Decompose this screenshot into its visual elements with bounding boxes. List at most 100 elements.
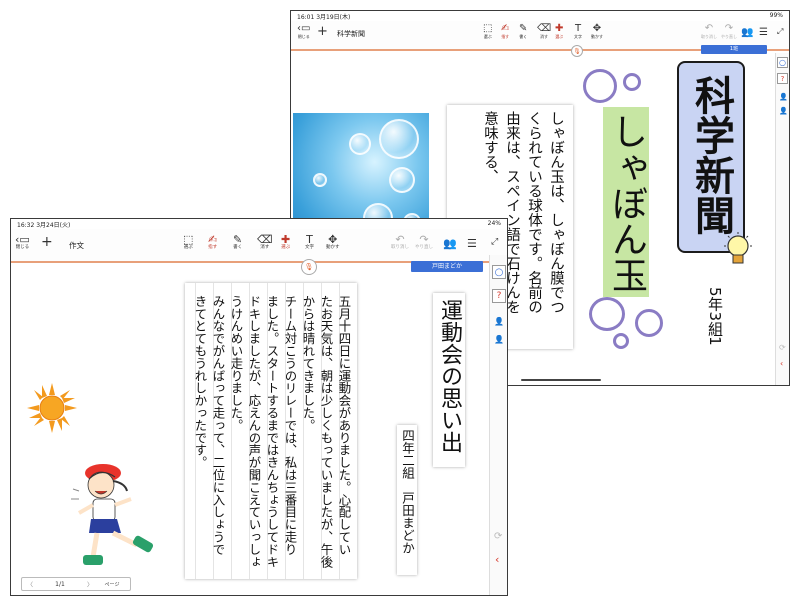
redo-icon: ↷: [419, 233, 429, 246]
status-bar: 16:32 3月24日(火) 24%: [11, 219, 507, 229]
tool-move[interactable]: ✥ 動かす: [591, 24, 603, 39]
tool-point[interactable]: ✍ 指す: [208, 234, 217, 251]
pick-icon: ✚: [555, 23, 564, 34]
move-icon: ✥: [328, 233, 338, 246]
status-bar: 16:01 3月19日(木) 99%: [291, 11, 789, 21]
menu-button[interactable]: ☰: [759, 28, 768, 38]
page-navigator: 〈 1/1 〉 ページ: [21, 577, 131, 591]
close-button[interactable]: ‹▭ 閉じる: [15, 234, 30, 251]
bubble-decoration: [623, 73, 641, 91]
byline-box[interactable]: 5年3組1: [703, 285, 727, 385]
expand-button[interactable]: ⤢: [777, 28, 783, 36]
lightbulb-icon: [721, 231, 755, 271]
select-icon: ⬚: [183, 233, 194, 246]
tool-move[interactable]: ✥ 動かす: [326, 234, 340, 251]
people-icon: 👥: [443, 237, 457, 250]
redo-icon: ↷: [724, 23, 734, 34]
essay-body: 五月十四日に運動会がありました。心配してい たお天気は、朝は少しくもっていました…: [193, 295, 352, 568]
add-button[interactable]: +: [317, 25, 328, 38]
pick-icon: ✚: [281, 233, 291, 246]
finger-icon: ✍: [501, 23, 510, 34]
tool-pen[interactable]: ✎ 書く: [233, 234, 242, 251]
circle-tool-button[interactable]: ○: [777, 57, 788, 68]
person-icon[interactable]: 👤: [779, 93, 788, 101]
pen-icon: ✎: [519, 23, 528, 34]
essay-manuscript-paper[interactable]: 五月十四日に運動会がありました。心配してい たお天気は、朝は少しくもっていました…: [185, 283, 357, 579]
document-title: 科学新聞: [337, 30, 365, 38]
tool-eraser[interactable]: ⌫ 消す: [257, 234, 273, 251]
tool-eraser[interactable]: ⌫ 消す: [537, 24, 551, 39]
person-outline-icon[interactable]: 👤: [494, 335, 504, 344]
undo-button[interactable]: ↶ 取り消し: [701, 24, 717, 39]
tool-pick[interactable]: ✚ 選ぶ: [281, 234, 290, 251]
redo-button[interactable]: ↷ やり直し: [721, 24, 737, 39]
tool-select[interactable]: ⬚ 選ぶ: [183, 234, 193, 251]
status-time: 16:32 3月24日(火): [17, 222, 71, 229]
menu-icon: ☰: [759, 27, 768, 38]
article-title[interactable]: しゃぼん玉: [603, 107, 649, 297]
tool-text[interactable]: T 文字: [574, 24, 582, 39]
text-icon: T: [306, 233, 313, 246]
toolbar: ‹▭ 閉じる + 作文 ⬚ 選ぶ ✍ 指す ✎ 書く ⌫ 消す ✚ 選ぶ T 文…: [11, 229, 507, 263]
undo-icon: ↶: [704, 23, 714, 34]
bubble-decoration: [613, 333, 629, 349]
sync-icon[interactable]: ⟳: [494, 531, 502, 542]
sun-icon: [27, 383, 77, 433]
members-button[interactable]: 👥: [741, 28, 753, 38]
essay-title-box[interactable]: 運動会の思い出: [433, 293, 465, 467]
status-time: 16:01 3月19日(木): [297, 14, 351, 21]
essay-window: 16:32 3月24日(火) 24% ‹▭ 閉じる + 作文 ⬚ 選ぶ ✍ 指す…: [10, 218, 508, 596]
text-icon: T: [574, 23, 582, 34]
members-button[interactable]: 👥: [443, 238, 457, 249]
eraser-icon: ⌫: [537, 23, 552, 34]
pen-icon: ✎: [233, 233, 243, 246]
eraser-icon: ⌫: [257, 233, 273, 246]
add-button[interactable]: +: [41, 235, 53, 249]
help-button[interactable]: ?: [777, 73, 788, 84]
people-icon: 👥: [741, 27, 754, 38]
battery-level: 99%: [769, 12, 783, 19]
tool-pick[interactable]: ✚ 選ぶ: [555, 24, 563, 39]
bubble-decoration: [583, 69, 617, 103]
folder-back-icon: ‹▭: [297, 23, 311, 34]
person-outline-icon[interactable]: 👤: [779, 107, 788, 115]
help-button[interactable]: ?: [492, 289, 506, 303]
side-rail: ○ ? 👤 👤 ⟳ ‹: [775, 53, 789, 385]
move-icon: ✥: [592, 23, 602, 34]
newspaper-title-box[interactable]: 科学新聞: [677, 61, 745, 253]
side-rail: ○ ? 👤 👤 ⟳ ‹: [489, 255, 507, 595]
redo-button[interactable]: ↷ やり直し: [415, 234, 433, 251]
collapse-left-icon[interactable]: ‹: [780, 359, 783, 368]
byline-box[interactable]: 四年二組 戸田まどか: [397, 425, 417, 575]
undo-button[interactable]: ↶ 取り消し: [391, 234, 409, 251]
running-child-illustration: [69, 459, 165, 571]
bubble-decoration: [635, 309, 663, 337]
plus-icon: +: [41, 234, 53, 250]
tool-select[interactable]: ⬚ 選ぶ: [483, 24, 492, 39]
battery-level: 24%: [487, 220, 501, 227]
document-title: 作文: [69, 241, 84, 250]
tool-pen[interactable]: ✎ 書く: [519, 24, 527, 39]
expand-icon: ⤢: [777, 27, 784, 36]
page-label: ページ: [104, 581, 120, 588]
home-indicator: [521, 379, 601, 381]
prev-page-button[interactable]: 〈: [22, 580, 38, 589]
collapse-left-icon[interactable]: ‹: [495, 553, 499, 566]
tool-point[interactable]: ✍ 指す: [501, 24, 509, 39]
select-icon: ⬚: [483, 23, 493, 34]
next-page-button[interactable]: 〉: [82, 580, 98, 589]
sync-icon[interactable]: ⟳: [779, 343, 786, 352]
person-icon[interactable]: 👤: [494, 317, 504, 326]
tool-text[interactable]: T 文字: [305, 234, 314, 251]
student-name-tag: 戸田まどか: [411, 261, 483, 272]
menu-icon: ☰: [467, 237, 477, 250]
expand-button[interactable]: ⤢: [491, 238, 498, 247]
mic-icon[interactable]: 🎙: [301, 259, 317, 275]
finger-icon: ✍: [208, 233, 218, 246]
page-indicator: 1/1: [55, 580, 65, 588]
circle-tool-button[interactable]: ○: [492, 265, 506, 279]
menu-button[interactable]: ☰: [467, 238, 477, 249]
undo-icon: ↶: [395, 233, 405, 246]
close-button[interactable]: ‹▭ 閉じる: [297, 24, 310, 39]
plus-icon: +: [317, 24, 328, 39]
